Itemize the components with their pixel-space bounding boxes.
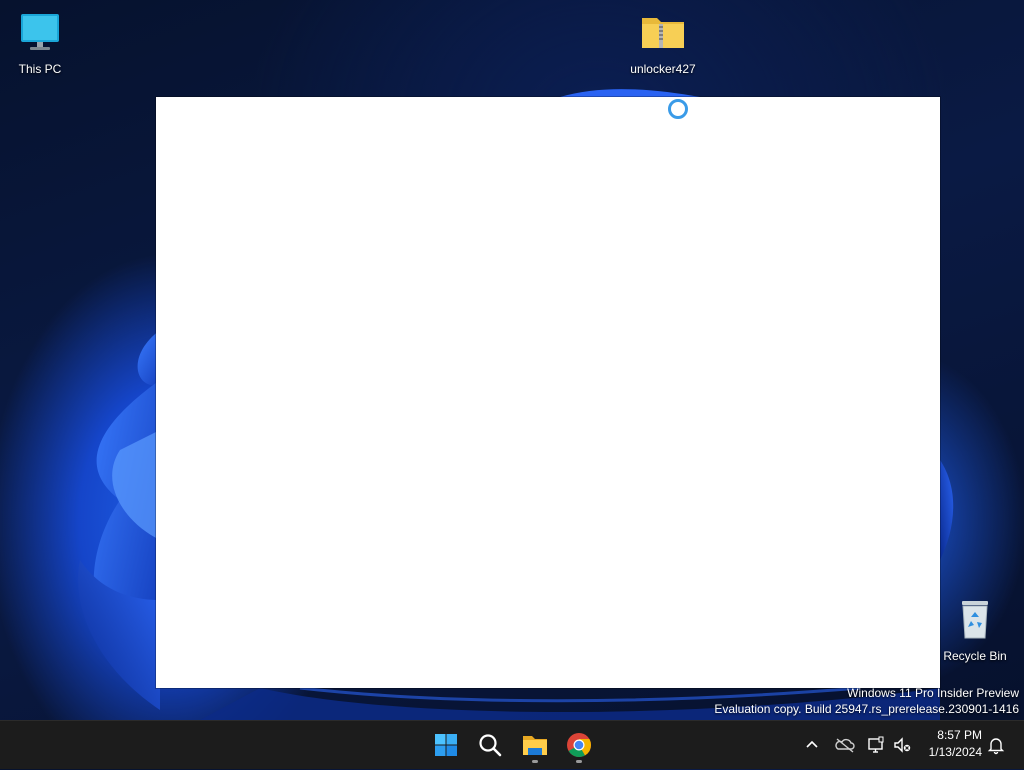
- chevron-up-icon: [806, 740, 818, 748]
- search-icon: [479, 734, 502, 757]
- zip-folder-icon: [639, 10, 687, 58]
- clock[interactable]: 8:57 PM 1/13/2024: [929, 727, 982, 761]
- volume-button[interactable]: [890, 733, 914, 757]
- network-button[interactable]: [864, 733, 888, 757]
- desktop-icon-this-pc[interactable]: This PC: [0, 10, 80, 76]
- notification-bell-icon: [987, 738, 1005, 755]
- desktop-icon-label: Recycle Bin: [943, 649, 1007, 663]
- desktop-icon-label: This PC: [18, 62, 62, 76]
- evaluation-watermark: Windows 11 Pro Insider Preview Evaluatio…: [714, 685, 1019, 717]
- recycle-bin-icon: [951, 597, 999, 645]
- clock-time: 8:57 PM: [937, 728, 982, 742]
- file-explorer-icon: [523, 736, 547, 755]
- clock-date: 1/13/2024: [928, 745, 982, 759]
- onedrive-icon: [835, 738, 855, 753]
- desktop-icon-label: unlocker427: [630, 62, 696, 76]
- file-explorer-button[interactable]: [515, 725, 555, 765]
- chrome-icon: [567, 733, 591, 758]
- desktop-icon-unlocker427[interactable]: unlocker427: [623, 10, 703, 76]
- watermark-line-edition: Windows 11 Pro Insider Preview: [847, 686, 1019, 700]
- chrome-button[interactable]: [559, 725, 599, 765]
- monitor-icon: [16, 10, 64, 58]
- watermark-line-build: Evaluation copy. Build 25947.rs_prerelea…: [714, 702, 1019, 716]
- notifications-button[interactable]: [984, 733, 1008, 757]
- windows-start-icon: [435, 734, 457, 756]
- taskbar: 8:57 PM 1/13/2024: [0, 720, 1024, 769]
- network-icon: [868, 736, 884, 753]
- running-indicator: [576, 760, 582, 763]
- onedrive-button[interactable]: [833, 733, 857, 757]
- blank-app-window[interactable]: [156, 97, 940, 688]
- running-indicator: [532, 760, 538, 763]
- start-button[interactable]: [426, 725, 466, 765]
- show-hidden-icons-button[interactable]: [800, 733, 824, 757]
- busy-spinner-icon: [668, 99, 688, 119]
- volume-muted-icon: [894, 737, 911, 753]
- search-button[interactable]: [470, 725, 510, 765]
- desktop-icon-recycle-bin[interactable]: Recycle Bin: [935, 597, 1015, 663]
